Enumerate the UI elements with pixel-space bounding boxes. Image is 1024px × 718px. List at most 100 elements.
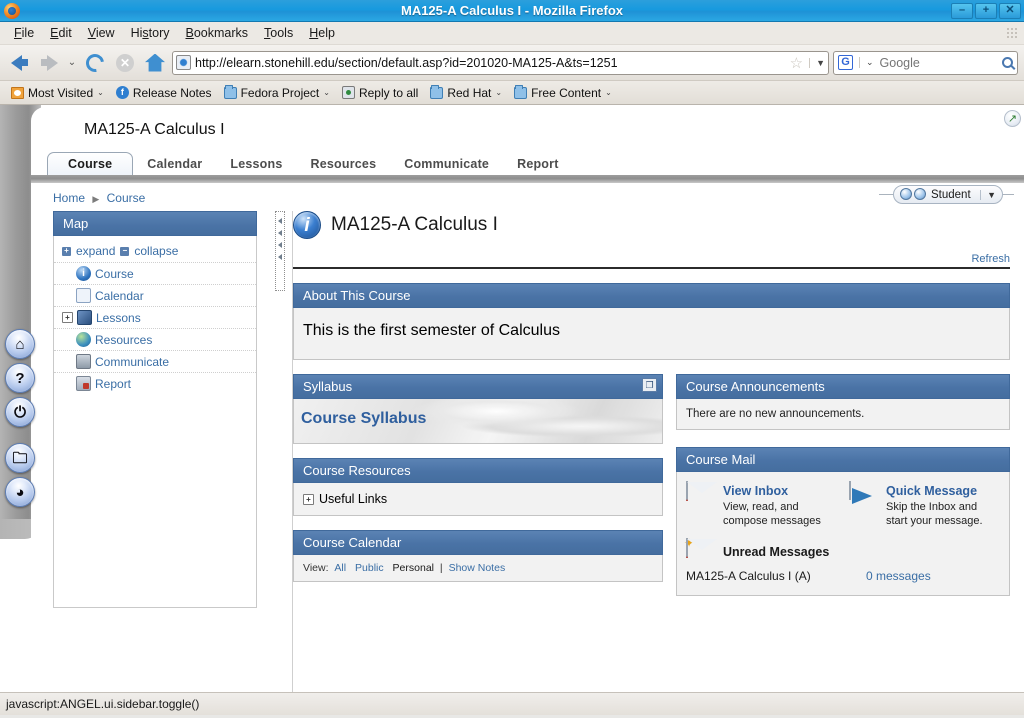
reload-icon: [82, 50, 107, 75]
right-panel-column: Course Announcements There are no new an…: [676, 374, 1010, 596]
back-button[interactable]: [6, 50, 32, 76]
chevron-down-icon: ⌄: [323, 88, 330, 97]
view-inbox-action[interactable]: View Inbox View, read, and compose messa…: [686, 482, 837, 529]
nav-history-dropdown-icon[interactable]: ⌄: [66, 57, 78, 68]
map-item-label[interactable]: Course: [95, 267, 134, 281]
chevron-down-icon[interactable]: ▼: [980, 190, 996, 200]
map-item-resources[interactable]: Resources: [54, 329, 256, 351]
search-engine-dropdown-icon[interactable]: ⌄: [859, 57, 874, 68]
bookmark-free-content[interactable]: Free Content ⌄: [509, 85, 617, 101]
calendar-filter-personal[interactable]: Personal: [393, 562, 434, 574]
forward-button[interactable]: [36, 50, 62, 76]
announcements-panel-body: There are no new announcements.: [676, 399, 1010, 430]
map-item-label[interactable]: Report: [95, 377, 131, 391]
rail-home-button[interactable]: ⌂: [5, 329, 35, 359]
menu-file[interactable]: File: [6, 24, 42, 42]
menu-history[interactable]: History: [123, 24, 178, 42]
breadcrumb-current[interactable]: Course: [107, 191, 146, 205]
role-label: Student: [931, 189, 971, 201]
close-button[interactable]: ✕: [999, 3, 1021, 19]
syllabus-expand-icon[interactable]: ❐: [642, 378, 657, 392]
tab-underline: [31, 175, 1024, 183]
map-collapse-link[interactable]: collapse: [134, 244, 178, 258]
menu-view[interactable]: View: [80, 24, 123, 42]
bookmark-release-notes[interactable]: f Release Notes: [111, 85, 217, 101]
url-bar[interactable]: http://elearn.stonehill.edu/section/defa…: [172, 51, 829, 75]
tab-calendar[interactable]: Calendar: [133, 153, 216, 176]
rail-profile-button[interactable]: ◕: [5, 477, 35, 507]
menu-bookmarks[interactable]: Bookmarks: [178, 24, 257, 42]
bookmarks-toolbar: Most Visited ⌄ f Release Notes Fedora Pr…: [0, 81, 1024, 105]
map-item-label[interactable]: Resources: [95, 333, 152, 347]
site-favicon-icon: [176, 55, 191, 70]
sidebar-resize-handle[interactable]: [275, 211, 285, 291]
map-item-course[interactable]: i Course: [54, 263, 256, 285]
expand-window-icon[interactable]: ↗: [1004, 110, 1021, 127]
menu-edit[interactable]: Edit: [42, 24, 80, 42]
bookmark-red-hat[interactable]: Red Hat ⌄: [425, 85, 507, 101]
search-input[interactable]: [878, 55, 998, 71]
tab-communicate[interactable]: Communicate: [390, 153, 503, 176]
view-inbox-description: View, read, and compose messages: [723, 500, 837, 529]
unread-count-link[interactable]: 0 messages: [866, 569, 931, 583]
calendar-filter-public[interactable]: Public: [355, 562, 384, 574]
window-controls: – + ✕: [951, 3, 1024, 19]
url-dropdown-icon[interactable]: ▼: [809, 58, 825, 68]
expand-node-icon[interactable]: +: [303, 494, 314, 505]
reload-button[interactable]: [82, 50, 108, 76]
quick-message-link[interactable]: Quick Message: [886, 484, 977, 498]
bookmark-reply-to-all[interactable]: Reply to all: [337, 85, 423, 101]
rail-files-button[interactable]: 🗀: [5, 443, 35, 473]
rail-logout-button[interactable]: ⏻: [5, 397, 35, 427]
map-sidebar: Map + expand − collapse i Course Calen: [53, 211, 257, 608]
breadcrumb-home[interactable]: Home: [53, 191, 85, 205]
minimize-button[interactable]: –: [951, 3, 973, 19]
globe-icon: [76, 332, 91, 347]
tab-course[interactable]: Course: [47, 152, 133, 176]
refresh-link[interactable]: Refresh: [971, 253, 1010, 265]
announcements-panel-header: Course Announcements: [676, 374, 1010, 399]
new-mail-icon: ✦: [686, 539, 716, 565]
search-icon[interactable]: [1002, 57, 1013, 68]
about-panel-header: About This Course: [293, 283, 1010, 308]
power-icon: ⏻: [14, 405, 26, 420]
rail-help-button[interactable]: ?: [5, 363, 35, 393]
panel-columns: Syllabus ❐ Course Syllabus Course Resour…: [293, 374, 1010, 596]
calendar-view-label: View:: [303, 562, 329, 574]
map-item-label[interactable]: Lessons: [96, 311, 141, 325]
map-item-communicate[interactable]: Communicate: [54, 351, 256, 373]
calendar-show-notes[interactable]: Show Notes: [449, 562, 506, 574]
map-item-calendar[interactable]: Calendar: [54, 285, 256, 307]
syllabus-panel-header: Syllabus ❐: [293, 374, 663, 399]
calendar-filter-all[interactable]: All: [334, 562, 346, 574]
view-inbox-link[interactable]: View Inbox: [723, 484, 788, 498]
firefox-icon: f: [116, 86, 129, 99]
menu-tools[interactable]: Tools: [256, 24, 301, 42]
map-item-label[interactable]: Calendar: [95, 289, 144, 303]
announcements-text: There are no new announcements.: [686, 408, 864, 420]
mail-actions: View Inbox View, read, and compose messa…: [686, 482, 1000, 529]
communicate-icon: [76, 354, 91, 369]
tab-lessons[interactable]: Lessons: [216, 153, 296, 176]
home-button[interactable]: [142, 50, 168, 76]
search-bar[interactable]: G ⌄: [833, 51, 1018, 75]
map-item-report[interactable]: Report: [54, 373, 256, 394]
expand-node-icon[interactable]: +: [62, 312, 73, 323]
maximize-button[interactable]: +: [975, 3, 997, 19]
course-syllabus-link[interactable]: Course Syllabus: [294, 399, 426, 428]
bookmark-most-visited[interactable]: Most Visited ⌄: [6, 85, 109, 101]
map-item-lessons[interactable]: + Lessons: [54, 307, 256, 329]
bookmark-fedora-project[interactable]: Fedora Project ⌄: [219, 85, 335, 101]
stop-button[interactable]: ✕: [112, 50, 138, 76]
map-item-label[interactable]: Communicate: [95, 355, 169, 369]
menu-help[interactable]: Help: [301, 24, 343, 42]
menu-grip-icon: [1006, 27, 1018, 39]
role-selector[interactable]: Student ▼: [893, 185, 1003, 204]
map-expand-link[interactable]: expand: [76, 244, 115, 258]
tab-resources[interactable]: Resources: [297, 153, 391, 176]
tab-report[interactable]: Report: [503, 153, 572, 176]
quick-message-action[interactable]: Quick Message Skip the Inbox and start y…: [849, 482, 1000, 529]
course-resources-panel: Course Resources + Useful Links: [293, 458, 663, 516]
bookmark-star-icon[interactable]: ☆: [790, 54, 803, 72]
useful-links-label[interactable]: Useful Links: [319, 492, 387, 506]
